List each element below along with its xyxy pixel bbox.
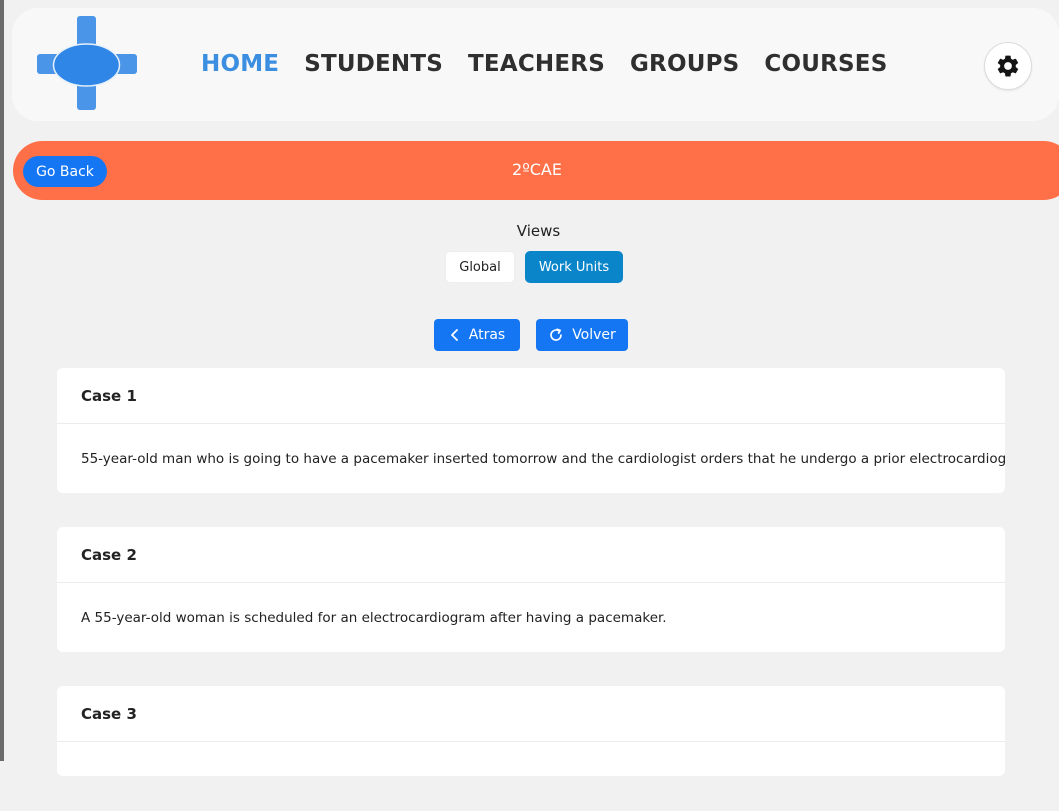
group-banner: Go Back 2ºCAE <box>13 141 1059 200</box>
top-navbar: HOME STUDENTS TEACHERS GROUPS COURSES <box>12 8 1059 121</box>
gear-icon <box>997 55 1019 77</box>
chevron-left-icon <box>450 329 458 341</box>
case-card[interactable]: Case 3 <box>57 686 1005 776</box>
refresh-icon <box>550 328 562 341</box>
group-title: 2ºCAE <box>512 160 562 179</box>
view-global-button[interactable]: Global <box>445 251 515 283</box>
case-description <box>57 742 1005 811</box>
volver-button[interactable]: Volver <box>536 319 628 351</box>
atras-button[interactable]: Atras <box>434 319 520 351</box>
nav-home[interactable]: HOME <box>201 50 279 78</box>
settings-button[interactable] <box>984 42 1032 90</box>
case-title: Case 3 <box>57 686 1005 742</box>
case-card[interactable]: Case 2 A 55-year-old woman is scheduled … <box>57 527 1005 652</box>
main-nav: HOME STUDENTS TEACHERS GROUPS COURSES <box>201 50 887 78</box>
views-label: Views <box>516 222 561 240</box>
case-title: Case 1 <box>57 368 1005 424</box>
nav-students[interactable]: STUDENTS <box>304 50 443 78</box>
medical-cross-logo-icon[interactable] <box>37 16 137 110</box>
case-title: Case 2 <box>57 527 1005 583</box>
nav-teachers[interactable]: TEACHERS <box>468 50 605 78</box>
nav-groups[interactable]: GROUPS <box>630 50 739 78</box>
window-edge <box>0 0 4 761</box>
volver-label: Volver <box>572 327 616 343</box>
nav-courses[interactable]: COURSES <box>764 50 887 78</box>
atras-label: Atras <box>468 327 506 343</box>
case-description: A 55-year-old woman is scheduled for an … <box>81 609 667 626</box>
case-description: 55-year-old man who is going to have a p… <box>81 450 1005 467</box>
view-work-units-button[interactable]: Work Units <box>525 251 623 283</box>
case-card[interactable]: Case 1 55-year-old man who is going to h… <box>57 368 1005 493</box>
